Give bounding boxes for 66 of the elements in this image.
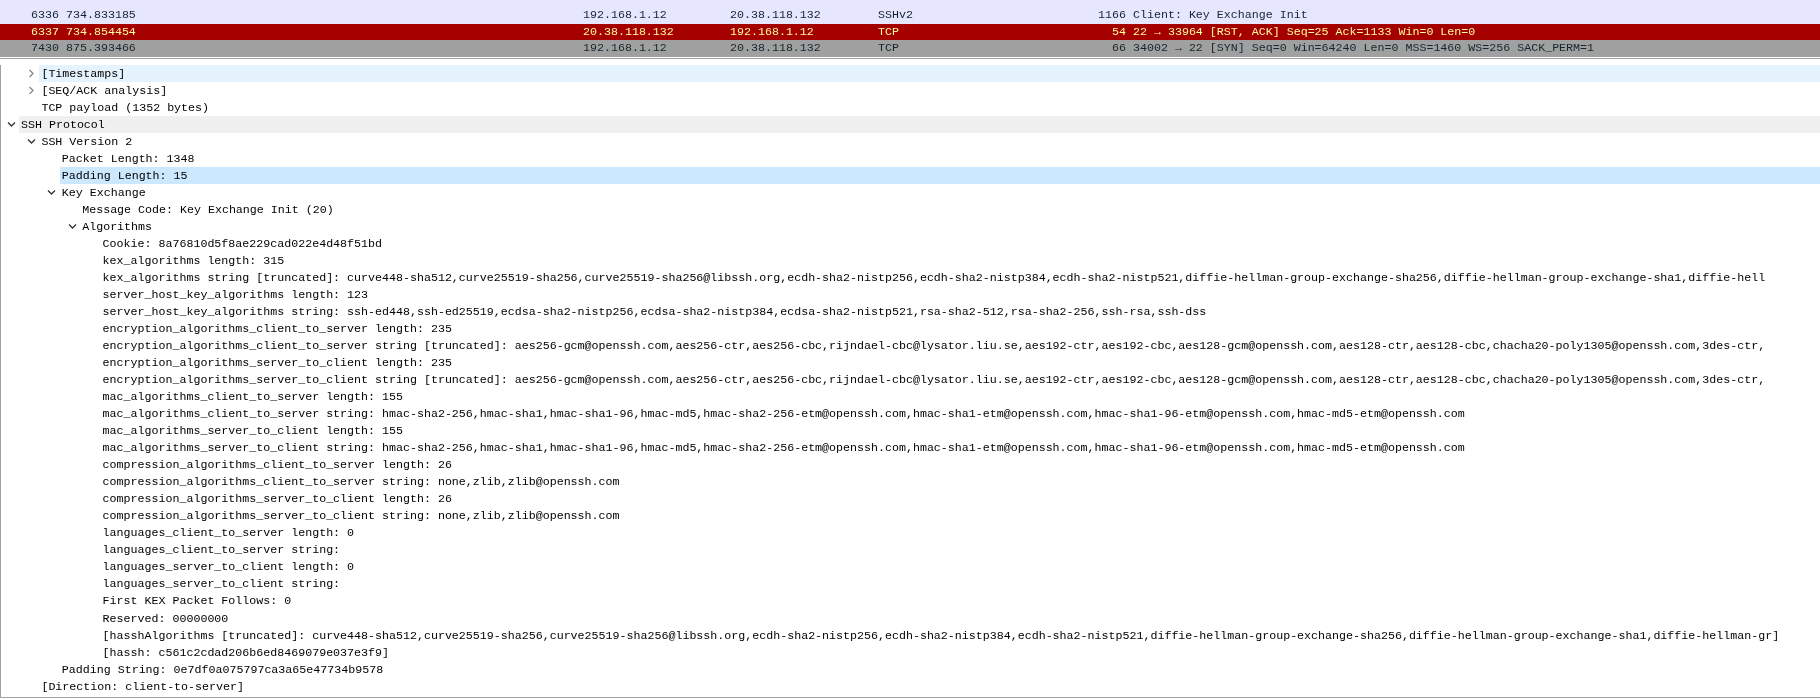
tree-item[interactable]: Key Exchange bbox=[59, 184, 1820, 202]
tree-item[interactable]: [Timestamps] bbox=[39, 65, 1820, 82]
tree-item[interactable]: TCP payload (1352 bytes) bbox=[39, 99, 1820, 117]
tree-item[interactable]: kex_algorithms length: 315 bbox=[100, 252, 1820, 270]
chevron-down-icon[interactable] bbox=[47, 188, 57, 198]
tree-item[interactable]: [SEQ/ACK analysis] bbox=[39, 82, 1820, 99]
table-cell: 875.393466 bbox=[66, 41, 136, 54]
table-cell: 192.168.1.12 bbox=[583, 8, 667, 21]
table-cell: TCP bbox=[878, 41, 899, 54]
tree-item[interactable]: compression_algorithms_server_to_client string: none,zlib,zlib@openssh.com bbox=[100, 507, 1820, 525]
chevron-down-icon[interactable] bbox=[67, 222, 77, 232]
chevron-down-icon[interactable] bbox=[6, 120, 16, 130]
tree-item[interactable]: SSH Version 2 bbox=[39, 133, 1820, 151]
tree-item[interactable]: compression_algorithms_client_to_server length: 26 bbox=[100, 456, 1820, 474]
tree-item[interactable]: Cookie: 8a76810d5f8ae229cad022e4d48f51bd bbox=[100, 235, 1820, 253]
chevron-right-icon[interactable] bbox=[26, 69, 36, 78]
table-cell: 192.168.1.12 bbox=[583, 41, 667, 54]
table-cell: 734.833185 bbox=[66, 8, 136, 21]
tree-item[interactable]: encryption_algorithms_server_to_client length: 235 bbox=[100, 354, 1820, 372]
table-cell: 6337 bbox=[31, 24, 59, 38]
tree-item[interactable]: Reserved: 00000000 bbox=[100, 609, 1820, 627]
tree-item[interactable]: encryption_algorithms_client_to_server string [truncated]: aes256-gcm@openssh.com,aes256-ctr,aes256-cbc,rijndael-cbc@lysator.liu.se,aes192-ctr,aes192-cbc,aes128-gcm@openssh.com,aes128-ctr,aes128-cbc,chacha20-poly1305@openssh.com,3des-ctr, bbox=[100, 337, 1820, 355]
tree-item[interactable]: [Direction: client-to-server] bbox=[39, 677, 1820, 695]
table-cell: TCP bbox=[878, 24, 899, 38]
table-cell: 7430 bbox=[31, 41, 59, 54]
table-cell: SSHv2 bbox=[878, 8, 913, 21]
tree-item[interactable]: kex_algorithms string [truncated]: curve448-sha512,curve25519-sha256,curve25519-sha256@libssh.org,ecdh-sha2-nistp256,ecdh-sha2-nistp384,ecdh-sha2-nistp521,diffie-hellman-group-exchange-sha256,diffie-hellman-group-exchange-sha1,diffie-hell bbox=[100, 269, 1820, 287]
tree-item[interactable]: mac_algorithms_server_to_client string: hmac-sha2-256,hmac-sha1,hmac-sha1-96,hmac-md5,hmac-sha2-256-etm@openssh.com,hmac-sha1-etm@openssh.com,hmac-sha1-96-etm@openssh.com,hmac-md5-etm@openssh.com bbox=[100, 439, 1820, 457]
table-cell: 66 bbox=[1112, 41, 1126, 54]
table-cell: 20.38.118.132 bbox=[730, 8, 821, 21]
chevron-right-icon[interactable] bbox=[26, 86, 36, 95]
tree-item[interactable]: languages_server_to_client length: 0 bbox=[100, 558, 1820, 576]
tree-item[interactable]: encryption_algorithms_client_to_server length: 235 bbox=[100, 320, 1820, 338]
table-cell: 6336 bbox=[31, 8, 59, 21]
tree-item[interactable]: mac_algorithms_client_to_server length: 155 bbox=[100, 388, 1820, 406]
tree-item[interactable]: compression_algorithms_server_to_client length: 26 bbox=[100, 490, 1820, 508]
tree-item[interactable]: mac_algorithms_client_to_server string: hmac-sha2-256,hmac-sha1,hmac-sha1-96,hmac-md5,hmac-sha2-256-etm@openssh.com,hmac-sha1-etm@openssh.com,hmac-sha1-96-etm@openssh.com,hmac-md5-etm@openssh.com bbox=[100, 405, 1820, 423]
tree-item[interactable]: Packet Length: 1348 bbox=[59, 150, 1820, 168]
chevron-down-icon[interactable] bbox=[26, 137, 36, 147]
packet-row[interactable]: 6336 734.833185 192.168.1.12 20.38.118.132 SSHv2 1166 Client: Key Exchange Init bbox=[0, 7, 1820, 24]
tree-item[interactable]: SSH Protocol bbox=[19, 116, 1820, 134]
tree-item[interactable]: First KEX Packet Follows: 0 bbox=[100, 592, 1820, 610]
table-cell: 20.38.118.132 bbox=[583, 24, 674, 38]
table-cell: 34002 → 22 [SYN] Seq=0 Win=64240 Len=0 MSS=1460 WS=256 SACK_PERM=1 bbox=[1133, 41, 1595, 54]
tree-item[interactable]: mac_algorithms_server_to_client length: 155 bbox=[100, 422, 1820, 440]
tree-item[interactable]: [hasshAlgorithms [truncated]: curve448-sha512,curve25519-sha256,curve25519-sha256@libssh.org,ecdh-sha2-nistp256,ecdh-sha2-nistp384,ecdh-sha2-nistp521,diffie-hellman-group-exchange-sha256,diffie-hellman-group-exchange-sha1,diffie-hellman-gr] bbox=[100, 626, 1820, 644]
table-cell: 20.38.118.132 bbox=[730, 41, 821, 54]
packet-row[interactable]: 7430 875.393466 192.168.1.12 20.38.118.132 TCP 66 34002 → 22 [SYN] Seq=0 Win=64240 Len=0 MSS=1460 WS=256 SACK_PERM=1 bbox=[0, 40, 1820, 57]
tree-item[interactable]: Padding String: 0e7df0a075797ca3a65e47734b9578 bbox=[59, 660, 1820, 678]
table-cell: 1166 bbox=[1098, 8, 1126, 21]
tree-item[interactable]: languages_client_to_server string: bbox=[100, 541, 1820, 559]
tree-item[interactable]: compression_algorithms_client_to_server string: none,zlib,zlib@openssh.com bbox=[100, 473, 1820, 491]
table-cell: 54 bbox=[1112, 24, 1126, 38]
table-cell: Client: Key Exchange Init bbox=[1133, 8, 1308, 21]
tree-item[interactable]: encryption_algorithms_server_to_client string [truncated]: aes256-gcm@openssh.com,aes256-ctr,aes256-cbc,rijndael-cbc@lysator.liu.se,aes192-ctr,aes192-cbc,aes128-gcm@openssh.com,aes128-ctr,aes128-cbc,chacha20-poly1305@openssh.com,3des-ctr, bbox=[100, 371, 1820, 389]
tree-item[interactable]: Padding Length: 15 bbox=[59, 167, 1820, 185]
tree-item[interactable]: Message Code: Key Exchange Init (20) bbox=[80, 201, 1820, 219]
tree-item[interactable]: server_host_key_algorithms length: 123 bbox=[100, 286, 1820, 304]
table-cell: 192.168.1.12 bbox=[730, 24, 814, 38]
tree-item[interactable]: [hassh: c561c2cdad206b6ed8469079e037e3f9] bbox=[100, 643, 1820, 661]
tree-item[interactable]: languages_server_to_client string: bbox=[100, 575, 1820, 593]
table-cell: 734.854454 bbox=[66, 24, 136, 38]
tree-item[interactable]: languages_client_to_server length: 0 bbox=[100, 524, 1820, 542]
table-cell: 22 → 33964 [RST, ACK] Seq=25 Ack=1133 Win=0 Len=0 bbox=[1133, 24, 1476, 38]
tree-item[interactable]: server_host_key_algorithms string: ssh-ed448,ssh-ed25519,ecdsa-sha2-nistp256,ecdsa-sha2-nistp384,ecdsa-sha2-nistp521,rsa-sha2-512,rsa-sha2-256,ssh-rsa,ssh-dss bbox=[100, 303, 1820, 321]
tree-item[interactable]: Algorithms bbox=[80, 218, 1820, 236]
